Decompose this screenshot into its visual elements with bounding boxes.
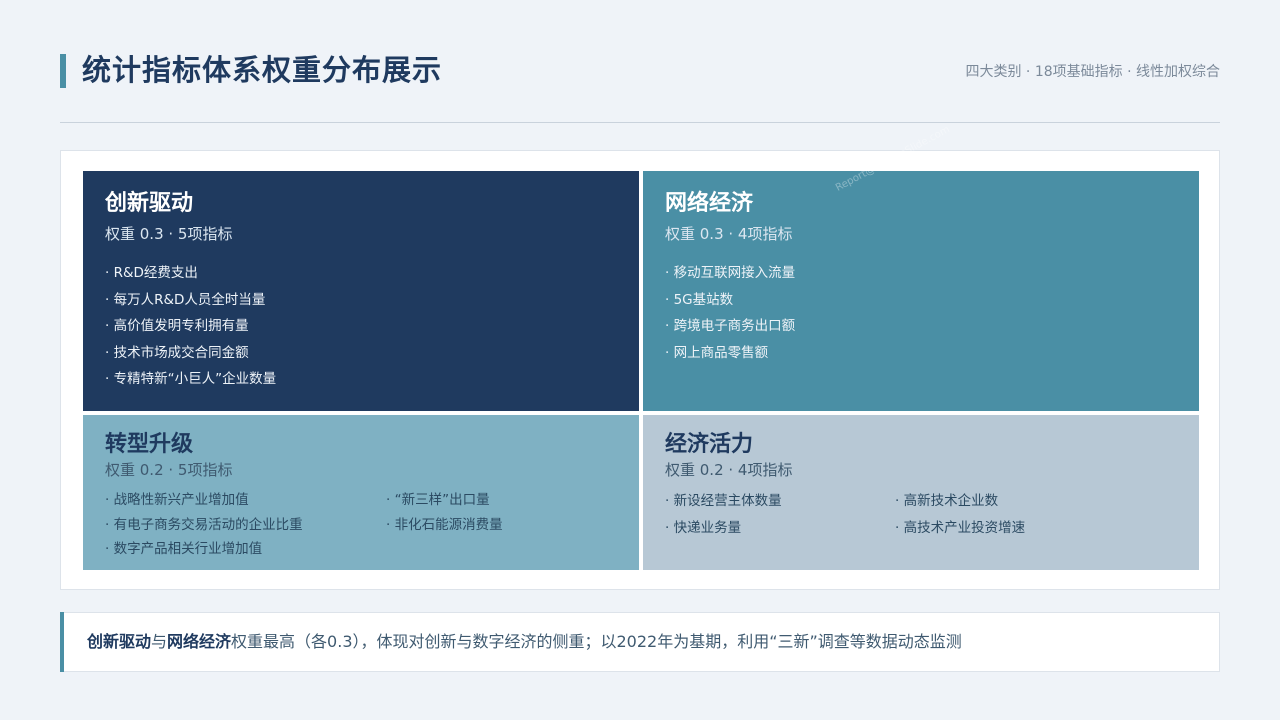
indicator-item: 专精特新“小巨人”企业数量 [105, 366, 617, 393]
page-subtitle: 四大类别 · 18项基础指标 · 线性加权综合 [965, 64, 1220, 80]
quadrant-weight: 权重 0.3 · 5项指标 [105, 225, 233, 243]
indicator-list: 移动互联网接入流量 5G基站数 跨境电子商务出口额 网上商品零售额 [665, 260, 1177, 366]
indicator-item: 有电子商务交易活动的企业比重 [105, 513, 386, 538]
quadrant-economic-vitality: 经济活力 权重 0.2 · 4项指标 新设经营主体数量 快递业务量 高新技术企业… [643, 415, 1199, 570]
indicator-item: 战略性新兴产业增加值 [105, 488, 386, 513]
indicator-list: 战略性新兴产业增加值 有电子商务交易活动的企业比重 数字产品相关行业增加值 “新… [105, 488, 617, 562]
note-bold-network: 网络经济 [167, 632, 232, 651]
indicator-item: “新三样”出口量 [386, 488, 616, 513]
quadrant-title: 网络经济 [665, 191, 754, 216]
quadrant-weight: 权重 0.3 · 4项指标 [665, 225, 793, 243]
quadrant-network-economy: 网络经济 权重 0.3 · 4项指标 移动互联网接入流量 5G基站数 跨境电子商… [643, 171, 1199, 411]
indicator-item: 每万人R&D人员全时当量 [105, 287, 617, 314]
indicator-item: 网上商品零售额 [665, 340, 1177, 367]
quadrant-title: 创新驱动 [105, 191, 194, 216]
header-divider [60, 122, 1220, 123]
indicator-list: R&D经费支出 每万人R&D人员全时当量 高价值发明专利拥有量 技术市场成交合同… [105, 260, 617, 393]
indicator-item: 非化石能源消费量 [386, 513, 616, 538]
indicator-item: 技术市场成交合同金额 [105, 340, 617, 367]
page-title: 统计指标体系权重分布展示 [82, 53, 443, 87]
note-text: 创新驱动与网络经济权重最高（各0.3），体现对创新与数字经济的侧重；以2022年… [87, 613, 962, 671]
indicator-item: 快递业务量 [665, 515, 895, 542]
indicator-item: 高技术产业投资增速 [895, 515, 1155, 542]
note-accent-bar [60, 612, 64, 672]
indicator-item: 高价值发明专利拥有量 [105, 313, 617, 340]
indicator-list: 新设经营主体数量 快递业务量 高新技术企业数 高技术产业投资增速 [665, 488, 1177, 541]
indicator-item: 移动互联网接入流量 [665, 260, 1177, 287]
title-accent-bar [60, 54, 66, 88]
quadrant-transformation: 转型升级 权重 0.2 · 5项指标 战略性新兴产业增加值 有电子商务交易活动的… [83, 415, 639, 570]
indicator-item: 数字产品相关行业增加值 [105, 537, 386, 562]
note-bold-innovation: 创新驱动 [87, 632, 152, 651]
quadrant-title: 经济活力 [665, 432, 754, 457]
indicator-item: 5G基站数 [665, 287, 1177, 314]
note-connector: 与 [151, 632, 168, 651]
quadrant-weight: 权重 0.2 · 5项指标 [105, 461, 233, 479]
quadrant-innovation: 创新驱动 权重 0.3 · 5项指标 R&D经费支出 每万人R&D人员全时当量 … [83, 171, 639, 411]
indicator-item: 高新技术企业数 [895, 488, 1155, 515]
indicator-item: 跨境电子商务出口额 [665, 313, 1177, 340]
indicator-item: 新设经营主体数量 [665, 488, 895, 515]
note-rest: 权重最高（各0.3），体现对创新与数字经济的侧重；以2022年为基期，利用“三新… [231, 632, 962, 651]
weight-matrix-panel: 创新驱动 权重 0.3 · 5项指标 R&D经费支出 每万人R&D人员全时当量 … [60, 150, 1220, 590]
quadrant-weight: 权重 0.2 · 4项指标 [665, 461, 793, 479]
quadrant-title: 转型升级 [105, 432, 194, 457]
summary-note: 创新驱动与网络经济权重最高（各0.3），体现对创新与数字经济的侧重；以2022年… [60, 612, 1220, 672]
page-header: 统计指标体系权重分布展示 四大类别 · 18项基础指标 · 线性加权综合 [60, 52, 1220, 88]
indicator-item: R&D经费支出 [105, 260, 617, 287]
